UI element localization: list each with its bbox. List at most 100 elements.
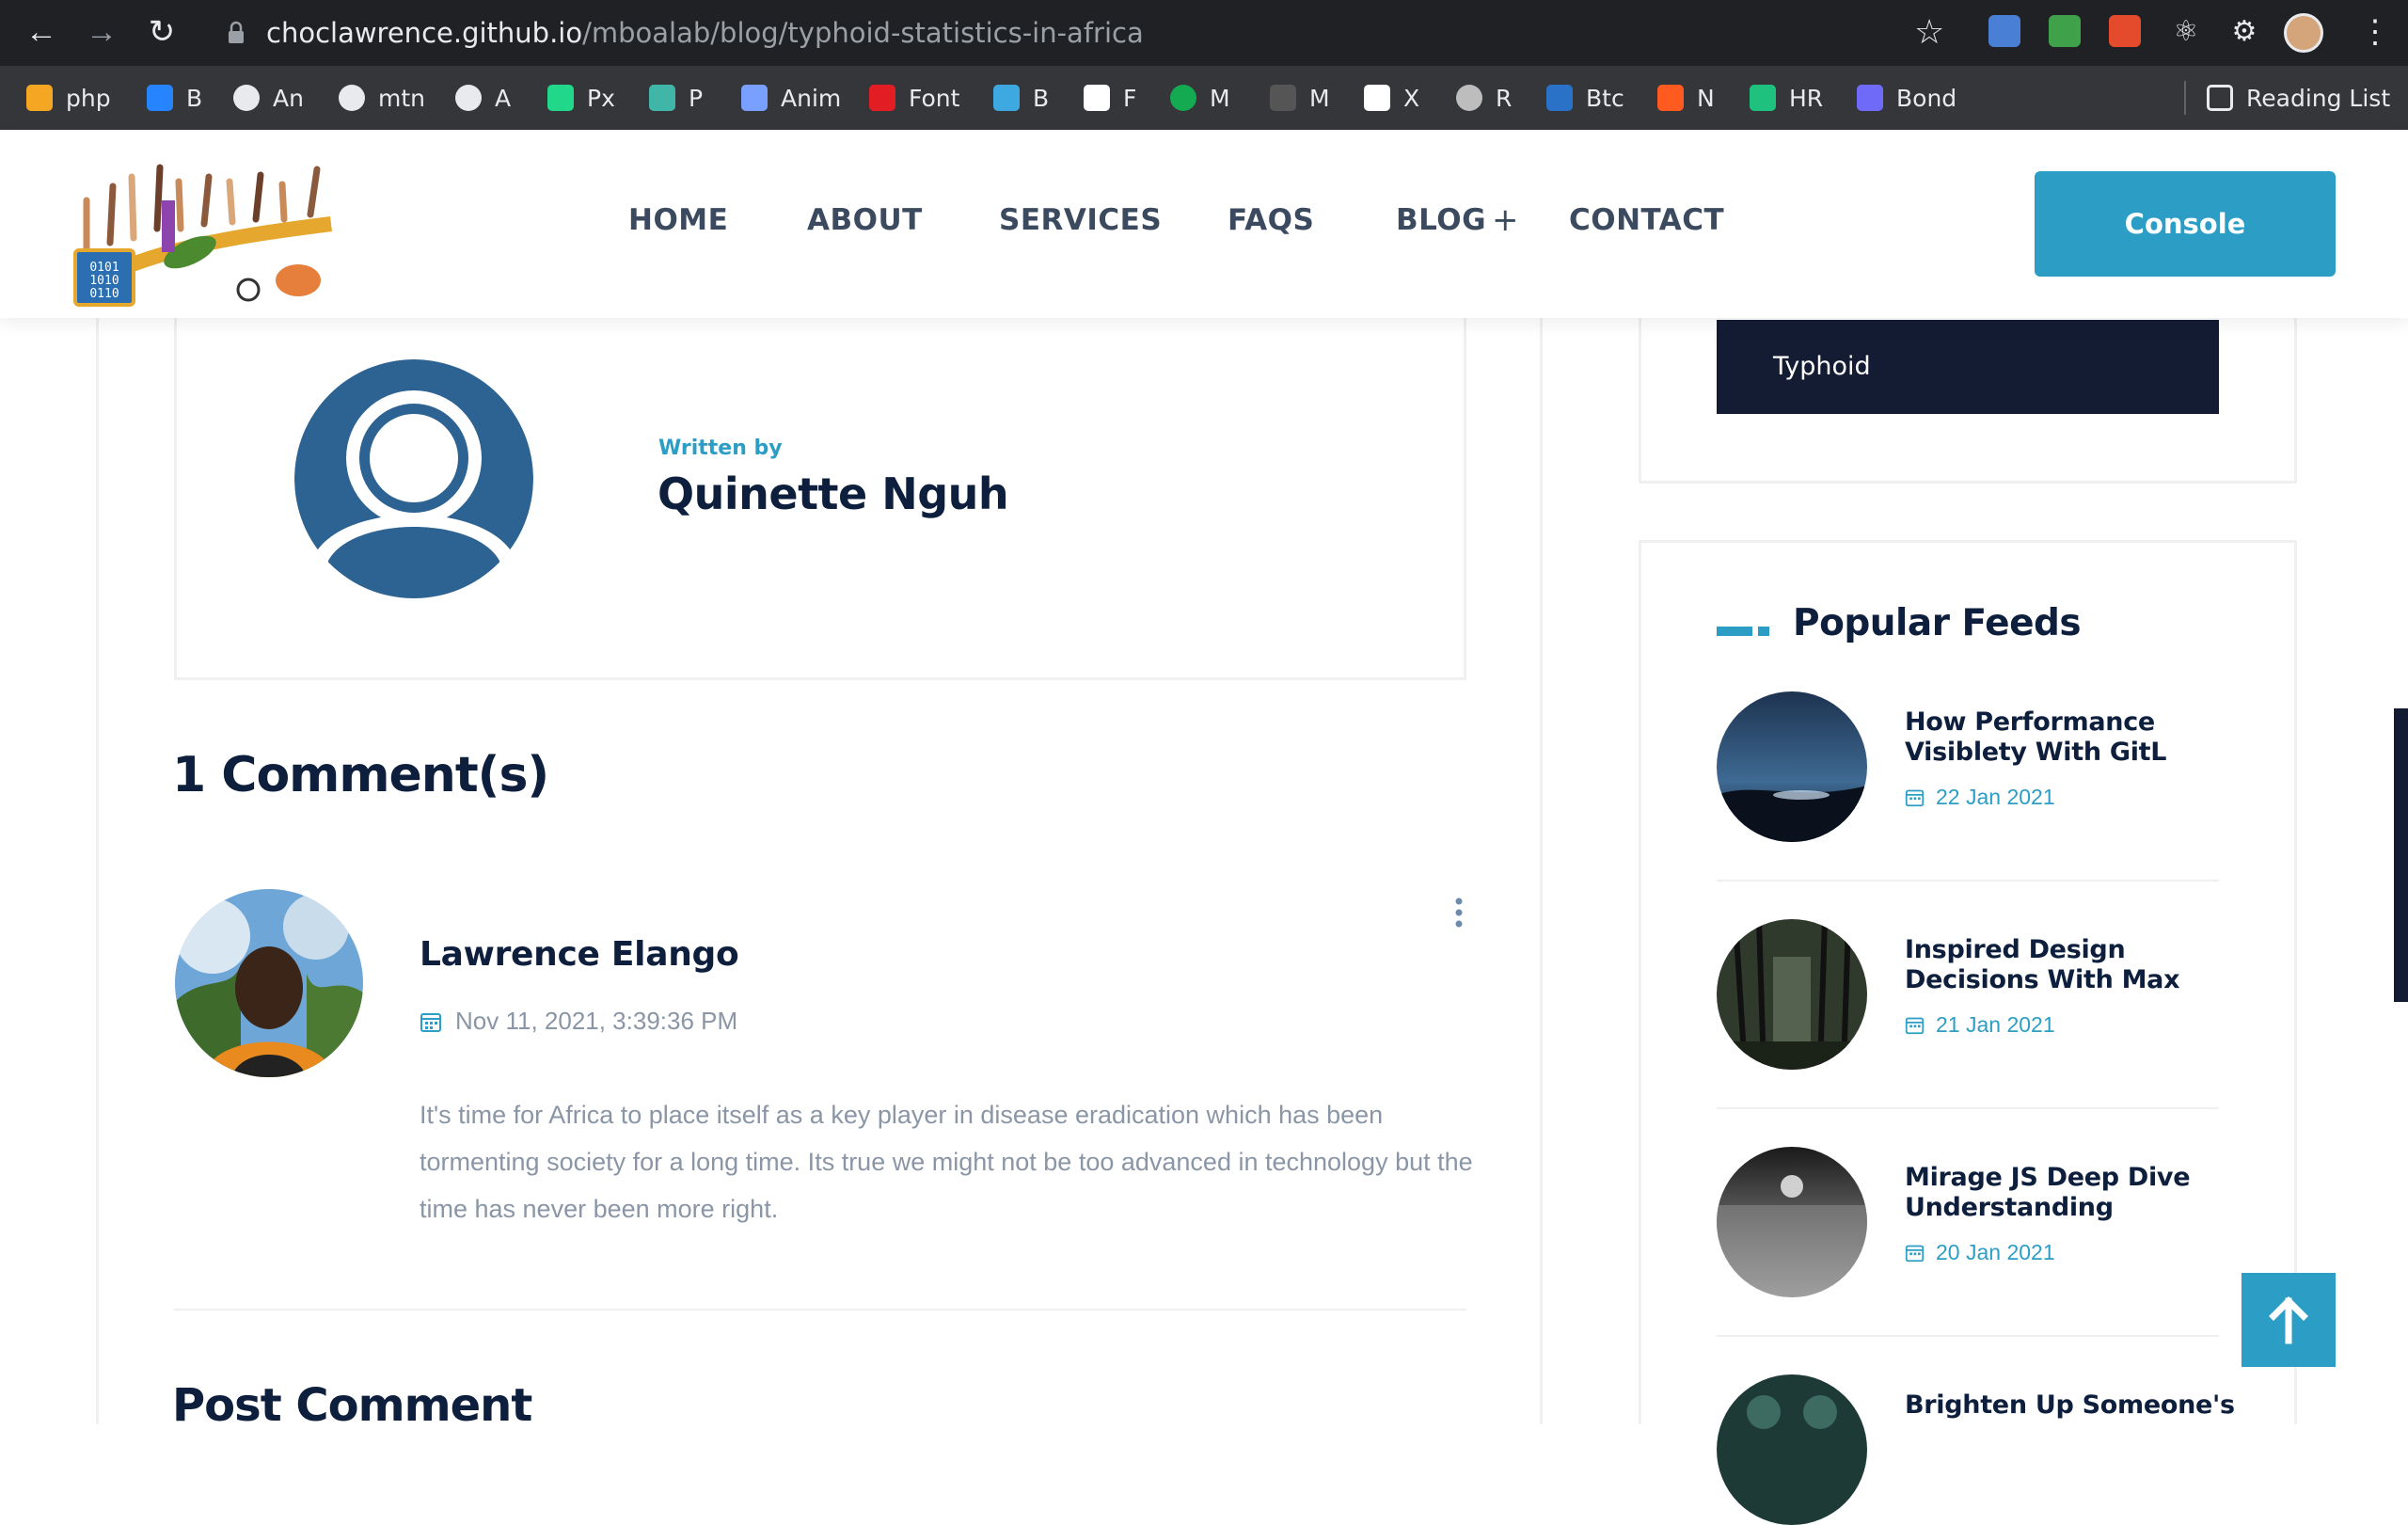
address-bar[interactable]: choclawrence.github.io/mboalab/blog/typh… xyxy=(266,13,1144,53)
bookmark-item[interactable]: Bond xyxy=(1857,66,1956,130)
hr-icon xyxy=(1750,85,1776,111)
office-extension-icon[interactable] xyxy=(2109,15,2141,47)
extension-icon[interactable] xyxy=(1988,15,2020,47)
globe-icon xyxy=(339,85,365,111)
bookmark-item[interactable]: M xyxy=(1270,66,1330,130)
bookmark-item[interactable]: R xyxy=(1456,66,1512,130)
p-icon xyxy=(649,85,675,111)
author-name: Quinette Nguh xyxy=(657,469,1009,519)
svg-text:1010: 1010 xyxy=(89,274,119,288)
feed-thumbnail[interactable] xyxy=(1717,919,1867,1070)
forward-icon[interactable]: → xyxy=(83,13,120,51)
px-icon xyxy=(547,85,574,111)
calendar-icon xyxy=(420,1012,441,1032)
feed-date: 20 Jan 2021 xyxy=(1905,1240,2055,1265)
comment-date-text: Nov 11, 2021, 3:39:36 PM xyxy=(455,1007,738,1035)
reading-list-icon xyxy=(2207,85,2233,111)
comments-heading: 1 Comment(s) xyxy=(172,747,549,803)
btc-icon xyxy=(1546,85,1573,111)
bookmark-item[interactable]: F xyxy=(1084,66,1136,130)
globe-icon xyxy=(233,85,260,111)
bookmark-item[interactable]: N xyxy=(1657,66,1715,130)
console-button[interactable]: Console xyxy=(2035,171,2336,277)
comment-date: Nov 11, 2021, 3:39:36 PM xyxy=(420,1007,737,1036)
bookmark-item[interactable]: B xyxy=(993,66,1049,130)
bookmark-item[interactable]: mtn xyxy=(339,66,425,130)
nav-about[interactable]: ABOUT xyxy=(807,203,923,237)
browser-menu-icon[interactable]: ⋮ xyxy=(2359,11,2391,53)
font-icon xyxy=(869,85,895,111)
mongodb-icon xyxy=(1170,85,1196,111)
bookmark-item[interactable]: Px xyxy=(547,66,615,130)
nav-home[interactable]: HOME xyxy=(628,203,728,237)
bookmark-item[interactable]: P xyxy=(649,66,703,130)
bookmarks-bar: php B An mtn A Px P Anim Font B F M M X … xyxy=(0,66,2408,130)
bookmark-item[interactable]: HR xyxy=(1750,66,1823,130)
f-icon xyxy=(1084,85,1110,111)
nav-contact[interactable]: CONTACT xyxy=(1569,203,1724,237)
x-icon xyxy=(1364,85,1390,111)
browser-toolbar: ← → ↻ choclawrence.github.io/mboalab/blo… xyxy=(0,0,2408,66)
nav-services[interactable]: SERVICES xyxy=(999,203,1162,237)
bookmark-item[interactable]: Btc xyxy=(1546,66,1624,130)
php-icon xyxy=(26,85,53,111)
feed-thumbnail[interactable] xyxy=(1717,1147,1867,1297)
bookmark-item[interactable]: A xyxy=(455,66,511,130)
divider xyxy=(174,1309,1466,1311)
m-icon xyxy=(1270,85,1296,111)
calendar-icon xyxy=(1905,1017,1925,1035)
feed-title[interactable]: Brighten Up Someone's xyxy=(1905,1390,2253,1421)
nav-blog[interactable]: BLOG xyxy=(1396,203,1486,237)
feed-thumbnail[interactable] xyxy=(1717,1374,1867,1525)
url-host: choclawrence.github.io xyxy=(266,17,583,49)
r-icon xyxy=(1456,85,1482,111)
section-accent-mark xyxy=(1717,627,1769,636)
feed-date: 21 Jan 2021 xyxy=(1905,1012,2055,1038)
feed-title[interactable]: How Performance Visiblety With GitL xyxy=(1905,707,2253,768)
commenter-name: Lawrence Elango xyxy=(420,935,739,974)
bitbucket-icon xyxy=(147,85,173,111)
bookmark-item[interactable]: Font xyxy=(869,66,959,130)
calendar-icon xyxy=(1905,789,1925,807)
profile-avatar[interactable] xyxy=(2284,13,2323,53)
feed-title[interactable]: Mirage JS Deep Dive Understanding xyxy=(1905,1163,2253,1223)
scrollbar-thumb[interactable] xyxy=(2394,708,2408,1002)
blog-expand-icon[interactable]: + xyxy=(1492,201,1519,239)
url-path: /mboalab/blog/typhoid-statistics-in-afri… xyxy=(582,17,1144,49)
anim-icon xyxy=(741,85,768,111)
bookmark-item[interactable]: Anim xyxy=(741,66,841,130)
feed-divider xyxy=(1717,1335,2219,1337)
feed-thumbnail[interactable] xyxy=(1717,691,1867,842)
popular-feeds-heading: Popular Feeds xyxy=(1793,602,2082,644)
tag-typhoid[interactable]: Typhoid xyxy=(1717,320,2219,414)
reading-list-button[interactable]: Reading List xyxy=(2207,66,2390,130)
bookmark-item[interactable]: B xyxy=(147,66,202,130)
scroll-to-top-button[interactable] xyxy=(2242,1273,2336,1367)
svg-text:0110: 0110 xyxy=(89,287,119,301)
bookmark-item[interactable]: An xyxy=(233,66,304,130)
comment-options-icon[interactable] xyxy=(1450,897,1468,929)
reload-icon[interactable]: ↻ xyxy=(143,13,181,51)
svg-text:0101: 0101 xyxy=(89,261,119,275)
extensions-puzzle-icon[interactable]: ⚙ xyxy=(2226,13,2263,51)
back-icon[interactable]: ← xyxy=(23,13,60,51)
bookmark-item[interactable]: php xyxy=(26,66,111,130)
calendar-icon xyxy=(1905,1245,1925,1263)
comment-body: It's time for Africa to place itself as … xyxy=(420,1101,1473,1223)
bookmark-item[interactable]: M xyxy=(1170,66,1230,130)
bookmark-star-icon[interactable]: ☆ xyxy=(1914,13,1944,51)
feed-divider xyxy=(1717,880,2219,882)
bookmarks-separator xyxy=(2184,81,2186,115)
mboalab-logo[interactable]: 0101 1010 0110 xyxy=(58,149,341,309)
nav-faqs[interactable]: FAQS xyxy=(1228,203,1314,237)
feed-title[interactable]: Inspired Design Decisions With Max xyxy=(1905,935,2253,995)
commenter-avatar xyxy=(175,889,363,1077)
feed-date: 22 Jan 2021 xyxy=(1905,785,2055,810)
lock-icon xyxy=(229,21,244,43)
cors-extension-icon[interactable] xyxy=(2049,15,2081,47)
react-devtools-icon[interactable]: ⚛ xyxy=(2167,13,2205,51)
site-header: 0101 1010 0110 HOME ABOUT SERVICES FAQS … xyxy=(0,130,2408,318)
bookmark-item[interactable]: X xyxy=(1364,66,1419,130)
bd-icon xyxy=(993,85,1020,111)
github-icon xyxy=(455,85,482,111)
